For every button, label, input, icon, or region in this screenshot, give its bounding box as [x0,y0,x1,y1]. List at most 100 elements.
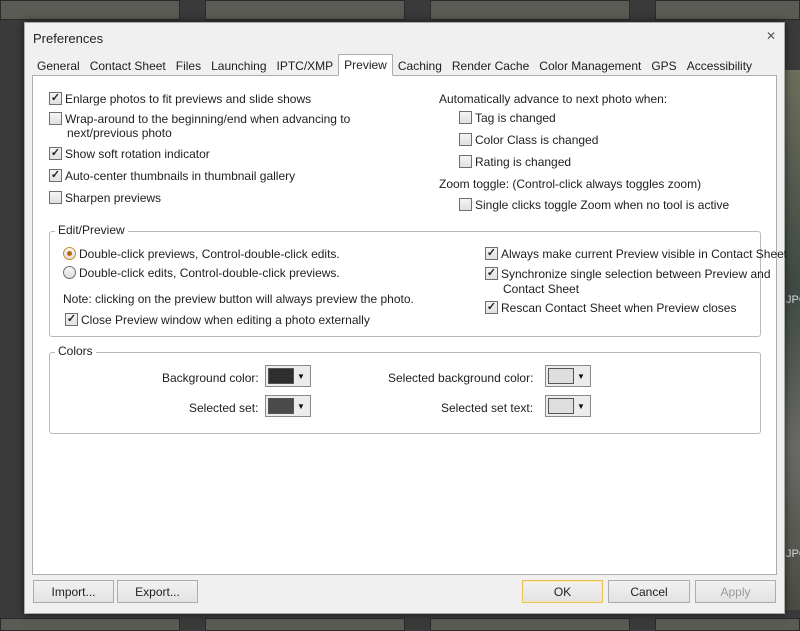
tab-general[interactable]: General [32,56,85,76]
option-label: Rescan Contact Sheet when Preview closes [501,301,737,315]
thumbnail [205,618,405,631]
apply-button[interactable]: Apply [695,580,776,603]
rescan-contact-sheet-option[interactable]: Rescan Contact Sheet when Preview closes [485,301,736,315]
cancel-button[interactable]: Cancel [608,580,690,603]
ok-button[interactable]: OK [522,580,603,603]
import-button[interactable]: Import... [33,580,114,603]
checkbox-icon[interactable] [485,301,498,315]
synchronize-selection-line2: Contact Sheet [503,282,580,296]
rating-changed-option[interactable]: Rating is changed [459,155,571,169]
tab-files[interactable]: Files [170,56,207,76]
option-label: Enlarge photos to fit previews and slide… [65,92,312,106]
side-thumbnail [785,70,800,610]
close-preview-option[interactable]: Close Preview window when editing a phot… [65,313,370,327]
checkbox-icon[interactable] [65,313,78,327]
tab-contact-sheet[interactable]: Contact Sheet [84,56,171,76]
option-label: Sharpen previews [65,191,162,205]
option-label: Rating is changed [475,155,572,169]
checkbox-icon[interactable] [485,247,498,261]
option-label: Double-click edits, Control-double-click… [79,266,340,280]
radio-icon[interactable] [63,266,76,280]
always-visible-option[interactable]: Always make current Preview visible in C… [485,247,787,261]
background-color-picker[interactable]: ▼ [265,365,311,387]
background-color-label: Background color: [162,371,259,385]
color-swatch [268,368,294,384]
thumbnail [0,0,180,20]
tab-iptc-xmp[interactable]: IPTC/XMP [271,56,339,76]
option-label: Always make current Preview visible in C… [501,247,788,261]
auto-advance-heading: Automatically advance to next photo when… [439,92,668,106]
export-button[interactable]: Export... [117,580,198,603]
edit-preview-legend: Edit/Preview [55,223,128,237]
chevron-down-icon: ▼ [297,401,305,411]
chevron-down-icon: ▼ [297,371,305,381]
checkbox-icon[interactable] [485,267,498,281]
enlarge-photos-option[interactable]: Enlarge photos to fit previews and slide… [49,92,311,106]
checkbox-icon[interactable] [49,112,62,126]
option-label: Close Preview window when editing a phot… [81,313,370,327]
synchronize-selection-option[interactable]: Synchronize single selection between Pre… [485,267,771,281]
tab-caching[interactable]: Caching [392,56,447,76]
checkbox-icon[interactable] [49,147,62,161]
close-icon[interactable]: ✕ [766,29,776,43]
tag-changed-option[interactable]: Tag is changed [459,111,556,125]
color-swatch [548,398,574,414]
selected-set-text-label: Selected set text: [441,401,534,415]
color-swatch [548,368,574,384]
chevron-down-icon: ▼ [577,401,585,411]
option-label: Wrap-around to the beginning/end when ad… [65,112,351,126]
selected-set-text-color-picker[interactable]: ▼ [545,395,591,417]
option-label: Synchronize single selection between Pre… [501,267,771,281]
selected-background-color-picker[interactable]: ▼ [545,365,591,387]
selected-background-color-label: Selected background color: [388,371,534,385]
colors-legend: Colors [55,344,96,358]
option-label: Tag is changed [475,111,556,125]
checkbox-icon[interactable] [459,198,472,212]
double-click-edits-radio[interactable]: Double-click edits, Control-double-click… [63,266,340,280]
sharpen-previews-option[interactable]: Sharpen previews [49,191,161,205]
preview-button-note: Note: clicking on the preview button wil… [63,292,414,306]
tab-preview[interactable]: Preview [338,54,393,76]
thumbnail [0,618,180,631]
chevron-down-icon: ▼ [577,371,585,381]
checkbox-icon[interactable] [459,111,472,125]
tab-accessibility[interactable]: Accessibility [681,56,758,76]
option-label: Double-click previews, Control-double-cl… [79,247,340,261]
radio-icon[interactable] [63,247,76,261]
soft-rotation-option[interactable]: Show soft rotation indicator [49,147,210,161]
zoom-toggle-heading: Zoom toggle: (Control-click always toggl… [439,177,702,191]
color-swatch [268,398,294,414]
single-click-zoom-option[interactable]: Single clicks toggle Zoom when no tool i… [459,198,729,212]
tab-render-cache[interactable]: Render Cache [446,56,535,76]
wrap-around-option-line2: next/previous photo [67,126,172,140]
selected-set-color-picker[interactable]: ▼ [265,395,311,417]
auto-center-option[interactable]: Auto-center thumbnails in thumbnail gall… [49,169,295,183]
checkbox-icon[interactable] [49,169,62,183]
option-label: Color Class is changed [475,133,599,147]
checkbox-icon[interactable] [49,92,62,106]
preview-tab-panel: Enlarge photos to fit previews and slide… [32,75,787,575]
dialog-title: Preferences [33,31,104,46]
thumbnail-label: JPG [786,294,800,306]
checkbox-icon[interactable] [459,133,472,147]
checkbox-icon[interactable] [459,155,472,169]
colors-group [49,352,761,434]
double-click-previews-radio[interactable]: Double-click previews, Control-double-cl… [63,247,340,261]
tab-color-management[interactable]: Color Management [534,56,647,76]
preferences-dialog: Preferences ✕ General Contact Sheet File… [24,22,787,614]
thumbnail [655,0,800,20]
option-label: Auto-center thumbnails in thumbnail gall… [65,169,296,183]
thumbnail [655,618,800,631]
thumbnail [205,0,405,20]
thumbnail-label: JPG [786,548,800,560]
tab-gps[interactable]: GPS [646,56,682,76]
thumbnail [430,618,630,631]
option-label: Single clicks toggle Zoom when no tool i… [475,198,730,212]
tab-bar: General Contact Sheet Files Launching IP… [32,54,758,76]
thumbnail [430,0,630,20]
checkbox-icon[interactable] [49,191,62,205]
wrap-around-option[interactable]: Wrap-around to the beginning/end when ad… [49,112,350,126]
tab-launching[interactable]: Launching [206,56,272,76]
color-class-changed-option[interactable]: Color Class is changed [459,133,598,147]
option-label: Show soft rotation indicator [65,147,210,161]
